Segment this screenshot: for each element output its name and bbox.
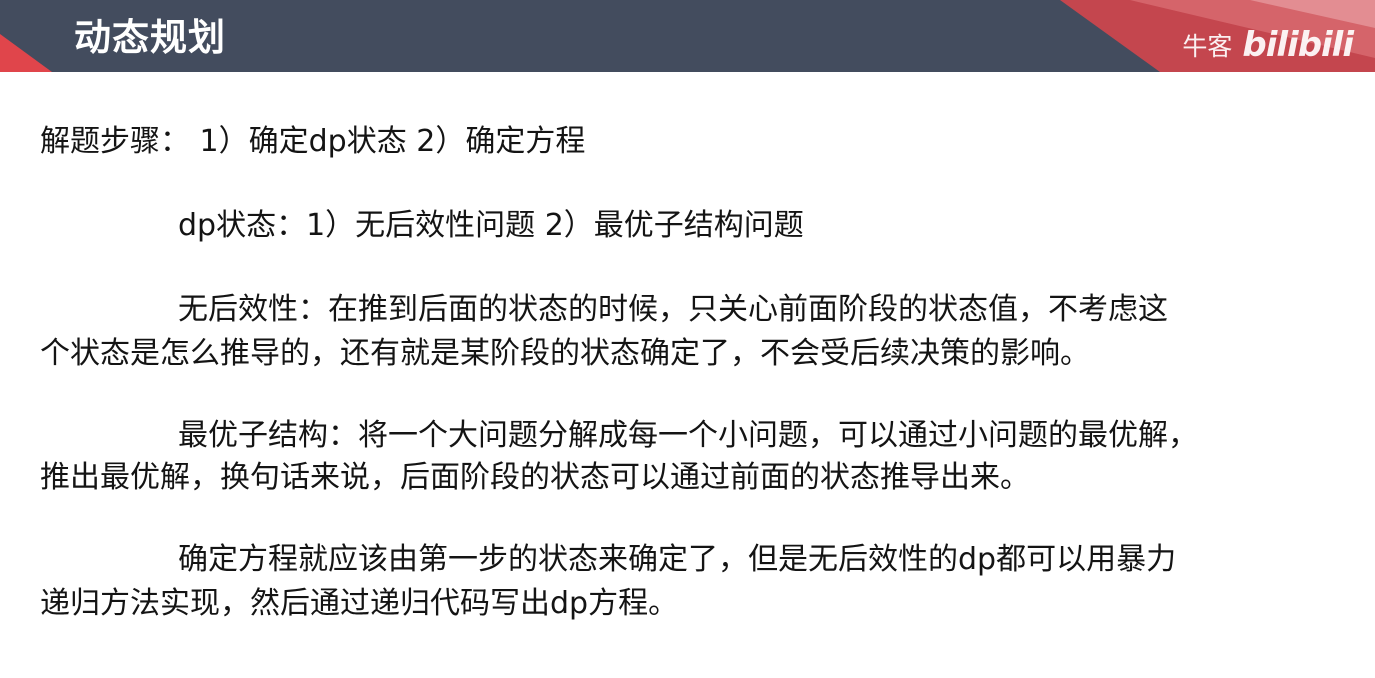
no-aftereffect-line-1: 无后效性：在推到后面的状态的时候，只关心前面阶段的状态值，不考虑这 xyxy=(178,292,1168,327)
dp-state-line: dp状态：1）无后效性问题 2）最优子结构问题 xyxy=(178,208,804,243)
slide-title: 动态规划 xyxy=(74,16,226,59)
equation-line-2: 递归方法实现，然后通过递归代码写出dp方程。 xyxy=(40,586,679,621)
optimal-substructure-line-1: 最优子结构：将一个大问题分解成每一个小问题，可以通过小问题的最优解， xyxy=(178,418,1198,453)
equation-line-1: 确定方程就应该由第一步的状态来确定了，但是无后效性的dp都可以用暴力 xyxy=(178,542,1177,577)
no-aftereffect-line-2: 个状态是怎么推导的，还有就是某阶段的状态确定了，不会受后续决策的影响。 xyxy=(40,336,1090,371)
bilibili-logo: bilibili xyxy=(1242,25,1354,65)
watermark: 牛客 bilibili xyxy=(1182,20,1354,70)
steps-line: 解题步骤： 1）确定dp状态 2）确定方程 xyxy=(40,124,586,159)
optimal-substructure-line-2: 推出最优解，换句话来说，后面阶段的状态可以通过前面的状态推导出来。 xyxy=(40,460,1030,495)
slide-header: 动态规划 牛客 bilibili xyxy=(0,0,1375,78)
watermark-brand: 牛客 xyxy=(1182,32,1233,61)
